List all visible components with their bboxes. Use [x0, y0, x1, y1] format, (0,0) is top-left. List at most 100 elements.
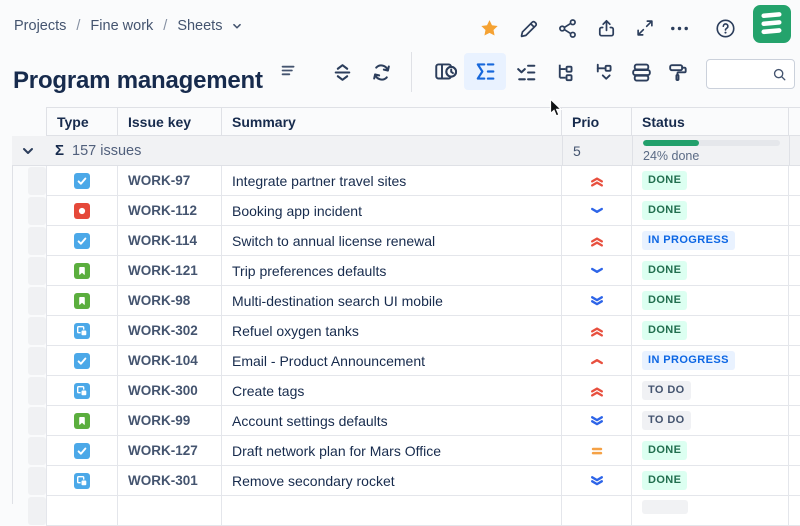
priority-high-icon[interactable]: [589, 353, 605, 369]
checklist-button[interactable]: [512, 58, 540, 86]
issue-summary[interactable]: Remove secondary rocket: [232, 473, 395, 489]
row-indent: [12, 226, 28, 256]
status-badge[interactable]: IN PROGRESS: [642, 231, 735, 250]
issue-key[interactable]: WORK-104: [128, 353, 198, 368]
priority-low-icon[interactable]: [589, 263, 605, 279]
issue-key[interactable]: WORK-302: [128, 323, 198, 338]
priority-highest-icon[interactable]: [589, 233, 605, 249]
subtask-type-icon: [74, 322, 90, 339]
table-row[interactable]: WORK-112 Booking app incident DONE: [12, 196, 800, 226]
issue-key[interactable]: WORK-127: [128, 443, 198, 458]
issue-key[interactable]: WORK-97: [128, 173, 190, 188]
row-indent: [12, 286, 28, 316]
table-row[interactable]: WORK-99 Account settings defaults TO DO: [12, 406, 800, 436]
priority-lowest-icon[interactable]: [589, 293, 605, 309]
table-row[interactable]: WORK-121 Trip preferences defaults DONE: [12, 256, 800, 286]
column-header-row: Type Issue key Summary Prio Status: [46, 107, 800, 136]
row-gutter-cell: [28, 377, 46, 405]
summary-row[interactable]: Σ 157 issues 5 24% done: [12, 136, 800, 166]
table-row-partial[interactable]: [12, 496, 800, 526]
priority-lowest-icon[interactable]: [589, 473, 605, 489]
issue-summary[interactable]: Draft network plan for Mars Office: [232, 443, 441, 459]
issue-summary[interactable]: Create tags: [232, 383, 304, 399]
column-header-issue-key[interactable]: Issue key: [118, 108, 222, 135]
breadcrumb-item-sheets[interactable]: Sheets: [177, 18, 222, 34]
summary-prio-total: 5: [562, 136, 632, 165]
priority-highest-icon[interactable]: [589, 173, 605, 189]
status-badge[interactable]: DONE: [642, 321, 688, 340]
issue-summary[interactable]: Email - Product Announcement: [232, 353, 425, 369]
views-button[interactable]: [432, 58, 460, 86]
rows-grouping-button[interactable]: [627, 58, 655, 86]
table-row[interactable]: WORK-104 Email - Product Announcement IN…: [12, 346, 800, 376]
table-row[interactable]: WORK-302 Refuel oxygen tanks DONE: [12, 316, 800, 346]
status-badge[interactable]: DONE: [642, 171, 688, 190]
status-badge[interactable]: DONE: [642, 471, 688, 490]
priority-highest-icon[interactable]: [589, 323, 605, 339]
help-icon[interactable]: [712, 15, 738, 41]
issue-summary[interactable]: Booking app incident: [232, 203, 362, 219]
status-badge[interactable]: TO DO: [642, 411, 691, 430]
column-header-summary[interactable]: Summary: [222, 108, 562, 135]
edit-pencil-icon[interactable]: [515, 15, 541, 41]
more-icon[interactable]: [666, 15, 692, 41]
refresh-button[interactable]: [367, 58, 395, 86]
status-badge[interactable]: DONE: [642, 291, 688, 310]
breadcrumb-item-projects[interactable]: Projects: [14, 18, 66, 34]
column-header-prio[interactable]: Prio: [562, 108, 632, 135]
share-icon[interactable]: [554, 15, 580, 41]
expand-subtree-button[interactable]: [589, 58, 617, 86]
breadcrumb-separator: /: [163, 18, 168, 34]
table-row[interactable]: WORK-97 Integrate partner travel sites D…: [12, 166, 800, 196]
issue-summary[interactable]: Switch to annual license renewal: [232, 233, 435, 249]
issue-key[interactable]: WORK-121: [128, 263, 198, 278]
structure-details-icon[interactable]: [280, 62, 297, 79]
issue-key[interactable]: WORK-114: [128, 233, 197, 248]
breadcrumb-item-fine-work[interactable]: Fine work: [90, 18, 153, 34]
issue-key[interactable]: WORK-300: [128, 383, 198, 398]
row-gutter-cell: [28, 407, 46, 435]
issue-summary[interactable]: Trip preferences defaults: [232, 263, 386, 279]
issue-summary[interactable]: Refuel oxygen tanks: [232, 323, 359, 339]
issue-key[interactable]: WORK-301: [128, 473, 198, 488]
expand-collapse-all-button[interactable]: [328, 58, 356, 86]
issue-summary[interactable]: Integrate partner travel sites: [232, 173, 406, 189]
search-input[interactable]: [706, 59, 795, 89]
issue-summary[interactable]: Multi-destination search UI mobile: [232, 293, 443, 309]
table-row[interactable]: WORK-114 Switch to annual license renewa…: [12, 226, 800, 256]
table-row[interactable]: WORK-127 Draft network plan for Mars Off…: [12, 436, 800, 466]
sum-columns-button[interactable]: [464, 53, 506, 90]
summary-progress-cell: 24% done: [632, 136, 789, 165]
structure-logo-icon[interactable]: [753, 5, 791, 43]
status-badge[interactable]: TO DO: [642, 381, 691, 400]
column-header-type[interactable]: Type: [46, 108, 118, 135]
priority-low-icon[interactable]: [589, 203, 605, 219]
chevron-down-icon[interactable]: [230, 19, 244, 33]
status-badge[interactable]: DONE: [642, 441, 688, 460]
row-indent: [12, 316, 28, 346]
status-badge[interactable]: IN PROGRESS: [642, 351, 735, 370]
breadcrumb-separator: /: [76, 18, 81, 34]
fullscreen-icon[interactable]: [632, 15, 658, 41]
favorite-star-icon[interactable]: [476, 15, 502, 41]
priority-highest-icon[interactable]: [589, 383, 605, 399]
export-icon[interactable]: [593, 15, 619, 41]
issue-key[interactable]: WORK-99: [128, 413, 190, 428]
status-badge[interactable]: DONE: [642, 201, 688, 220]
hierarchy-button[interactable]: [551, 58, 579, 86]
subtask-type-icon: [74, 472, 90, 489]
row-spacer: [789, 196, 800, 226]
format-painter-button[interactable]: [664, 58, 692, 86]
progress-bar: [643, 140, 780, 146]
issue-key[interactable]: WORK-98: [128, 293, 190, 308]
issue-summary[interactable]: Account settings defaults: [232, 413, 388, 429]
table-row[interactable]: WORK-300 Create tags TO DO: [12, 376, 800, 406]
issue-key[interactable]: WORK-112: [128, 203, 197, 218]
table-row[interactable]: WORK-98 Multi-destination search UI mobi…: [12, 286, 800, 316]
collapse-chevron-icon[interactable]: [20, 143, 36, 159]
status-badge[interactable]: DONE: [642, 261, 688, 280]
table-row[interactable]: WORK-301 Remove secondary rocket DONE: [12, 466, 800, 496]
priority-lowest-icon[interactable]: [589, 413, 605, 429]
priority-medium-icon[interactable]: [589, 443, 605, 459]
column-header-status[interactable]: Status: [632, 108, 789, 135]
